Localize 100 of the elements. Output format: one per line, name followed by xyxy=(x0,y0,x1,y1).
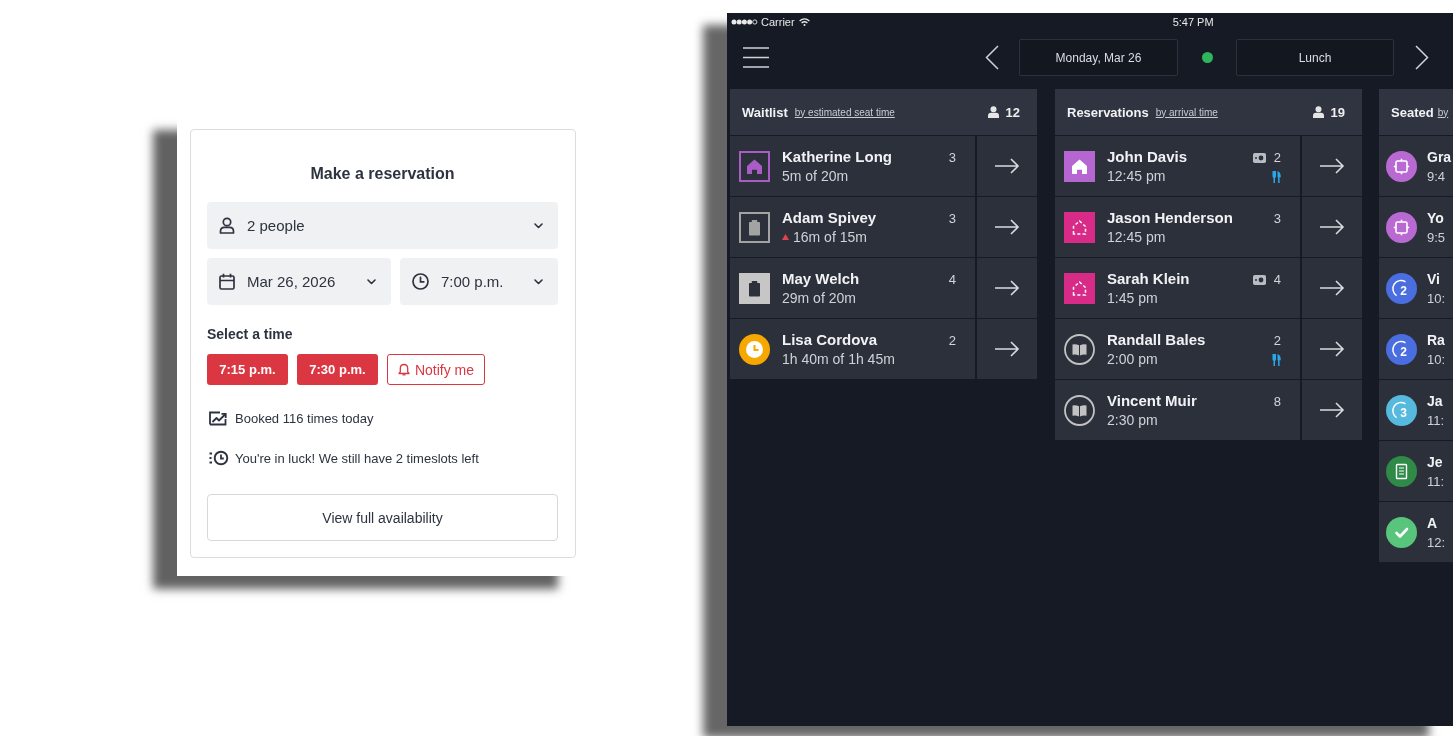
person-icon xyxy=(1312,106,1324,118)
guest-name: Sarah Klein xyxy=(1107,268,1191,289)
arrow-right-icon xyxy=(1319,341,1345,357)
party-size: 2 xyxy=(1273,151,1281,165)
guest-card[interactable]: Gra 9:4 xyxy=(1379,136,1453,196)
signal-icon xyxy=(731,18,758,25)
guest-card[interactable]: Adam Spivey 16m of 15m 3 xyxy=(730,197,975,257)
arrow-button[interactable] xyxy=(977,136,1037,196)
guest-time: 10: xyxy=(1427,289,1446,308)
arrow-right-icon xyxy=(994,158,1020,174)
guest-time: 1h 40m of 1h 45m xyxy=(782,349,895,369)
guest-time: 11: xyxy=(1427,472,1445,491)
menu-icon[interactable] xyxy=(743,47,769,68)
arrow-right-icon xyxy=(1319,219,1345,235)
chevron-left-icon[interactable] xyxy=(985,45,999,70)
bell-icon xyxy=(397,363,410,376)
clock-icon xyxy=(412,273,429,290)
guest-card[interactable]: Yo 9:5 xyxy=(1379,197,1453,257)
guest-time: 12:45 pm xyxy=(1107,166,1166,186)
arrow-button[interactable] xyxy=(1302,319,1362,379)
guest-time: 11: xyxy=(1427,411,1445,430)
guest-card[interactable]: Jason Henderson 12:45 pm 3 xyxy=(1055,197,1300,257)
column-title: Waitlist xyxy=(742,104,788,120)
guest-name: Lisa Cordova xyxy=(782,329,879,350)
arrow-button[interactable] xyxy=(977,197,1037,257)
guest-time: 16m of 15m xyxy=(793,227,867,247)
guest-card[interactable]: 2 Vi 10: xyxy=(1379,258,1453,318)
guest-count: 12 xyxy=(1005,104,1020,120)
guest-card[interactable]: Randall Bales 2:00 pm 2 xyxy=(1055,319,1300,379)
arrow-right-icon xyxy=(994,280,1020,296)
arrow-button[interactable] xyxy=(1302,197,1362,257)
guest-card[interactable]: Vincent Muir 2:30 pm 8 xyxy=(1055,380,1300,440)
arrow-right-icon xyxy=(994,341,1020,357)
guest-card[interactable]: Katherine Long 5m of 20m 3 xyxy=(730,136,975,196)
guest-time: 9:5 xyxy=(1427,228,1446,247)
guest-name: Je xyxy=(1427,452,1444,472)
info-text: Booked 116 times today xyxy=(235,410,374,426)
view-availability-button[interactable]: View full availability xyxy=(207,494,558,541)
guest-count: 19 xyxy=(1330,104,1345,120)
party-size-select[interactable]: 2 people xyxy=(207,202,558,249)
time-select[interactable]: 7:00 p.m. xyxy=(400,258,558,305)
arrow-right-icon xyxy=(994,219,1020,235)
chevron-down-icon xyxy=(534,222,543,229)
arrow-button[interactable] xyxy=(977,319,1037,379)
wifi-icon xyxy=(798,17,810,26)
party-size: 3 xyxy=(1273,212,1281,226)
arrow-button[interactable] xyxy=(1302,380,1362,440)
guest-name: May Welch xyxy=(782,268,861,289)
guest-card[interactable]: May Welch 29m of 20m 4 xyxy=(730,258,975,318)
chevron-right-icon[interactable] xyxy=(1415,45,1429,70)
guest-card[interactable]: 3 Ja 11: xyxy=(1379,380,1453,440)
guest-card[interactable]: 2 Ra 10: xyxy=(1379,319,1453,379)
party-size: 8 xyxy=(1273,395,1281,409)
arrow-right-icon xyxy=(1319,280,1345,296)
guest-name: A xyxy=(1427,513,1439,533)
guest-name: Gra xyxy=(1427,147,1453,167)
guest-card[interactable]: Je 11: xyxy=(1379,441,1453,501)
carrier-name: Carrier xyxy=(761,15,795,28)
guest-name: Ra xyxy=(1427,330,1446,350)
guest-card[interactable]: A 12: xyxy=(1379,502,1453,562)
party-size: 4 xyxy=(948,273,956,287)
person-icon xyxy=(987,106,999,118)
guest-time: 5m of 20m xyxy=(782,166,849,186)
guest-card[interactable]: Lisa Cordova 1h 40m of 1h 45m 2 xyxy=(730,319,975,379)
arrow-right-icon xyxy=(1319,402,1345,418)
arrow-button[interactable] xyxy=(1302,136,1362,196)
date-selector[interactable]: Monday, Mar 26 xyxy=(1019,39,1178,76)
date-select[interactable]: Mar 26, 2026 xyxy=(207,258,391,305)
arrow-button[interactable] xyxy=(1302,258,1362,318)
arrow-right-icon xyxy=(1319,158,1345,174)
service-selector[interactable]: Lunch xyxy=(1236,39,1394,76)
chevron-down-icon xyxy=(534,278,543,285)
seat-progress-badge: 2 xyxy=(1386,272,1417,304)
party-size: 3 xyxy=(948,212,956,226)
column-title: Reservations xyxy=(1067,104,1149,120)
guest-time: 2:30 pm xyxy=(1107,410,1158,430)
status-dot-icon xyxy=(1202,52,1213,63)
list-clock-icon xyxy=(209,450,229,466)
guest-time: 1:45 pm xyxy=(1107,288,1158,308)
sort-link[interactable]: by arrival time xyxy=(1155,106,1218,118)
column-title: Seated xyxy=(1391,104,1434,120)
guest-time: 10: xyxy=(1427,350,1446,369)
guest-name: Randall Bales xyxy=(1107,329,1207,350)
guest-name: Vincent Muir xyxy=(1107,390,1198,411)
guest-name: Jason Henderson xyxy=(1107,207,1234,228)
sort-link[interactable]: by xyxy=(1437,106,1449,118)
time-slot-button[interactable]: 7:30 p.m. xyxy=(297,354,378,385)
arrow-button[interactable] xyxy=(977,258,1037,318)
guest-card[interactable]: Sarah Klein 1:45 pm 4 xyxy=(1055,258,1300,318)
widget-title: Make a reservation xyxy=(309,164,456,184)
guest-name: Adam Spivey xyxy=(782,207,878,228)
guest-card[interactable]: John Davis 12:45 pm 2 xyxy=(1055,136,1300,196)
guest-time: 2:00 pm xyxy=(1107,349,1158,369)
sort-link[interactable]: by estimated seat time xyxy=(794,106,895,118)
notify-button[interactable]: Notify me xyxy=(387,354,485,385)
person-icon xyxy=(219,217,235,234)
section-label: Select a time xyxy=(207,326,294,342)
guest-name: Vi xyxy=(1427,269,1441,289)
party-size: 4 xyxy=(1273,273,1281,287)
time-slot-button[interactable]: 7:15 p.m. xyxy=(207,354,288,385)
